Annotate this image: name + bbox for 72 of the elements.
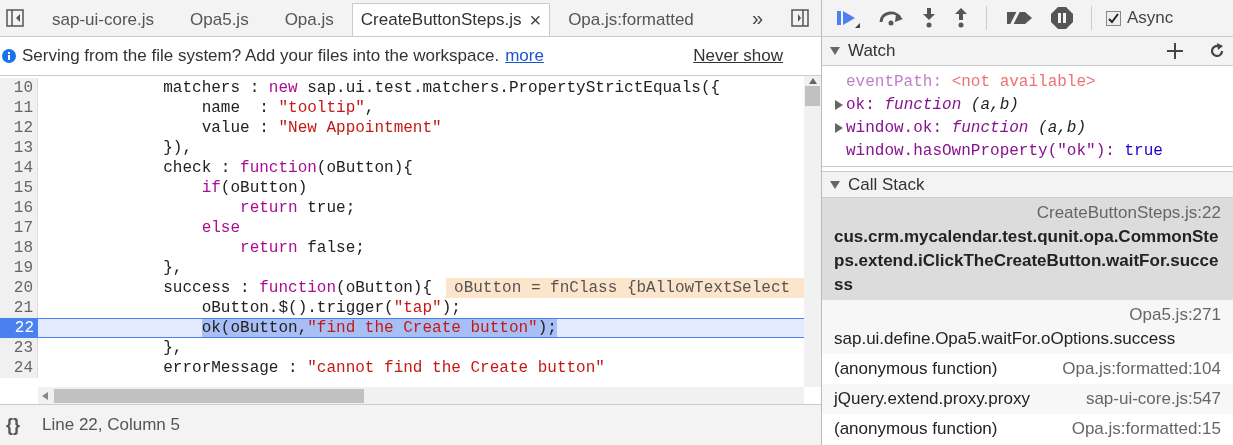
line-number[interactable]: 10 xyxy=(0,78,38,98)
code-line: ok(oButton,"find the Create button"); xyxy=(200,318,557,339)
panel-toggle-icon[interactable] xyxy=(6,9,24,27)
line-number[interactable]: 20 xyxy=(0,278,38,298)
panel-toggle-icon[interactable] xyxy=(791,9,809,27)
disclosure-triangle-icon[interactable] xyxy=(834,99,844,110)
step-into-icon[interactable] xyxy=(922,8,936,28)
add-icon[interactable] xyxy=(1167,43,1183,59)
file-tab[interactable]: CreateButtonSteps.js × xyxy=(351,3,551,36)
call-frame[interactable]: Opa5.js:271 sap.ui.define.Opa5.waitFor.oOptions.success xyxy=(822,300,1233,354)
watch-header[interactable]: Watch xyxy=(822,37,1233,66)
line-number[interactable]: 12 xyxy=(0,118,38,138)
line-number[interactable]: 14 xyxy=(0,158,38,178)
async-checkbox[interactable] xyxy=(1106,10,1121,26)
code-line: value : "New Appointment" xyxy=(200,118,442,139)
watch-expression[interactable]: ok: function (a,b) xyxy=(846,92,1019,117)
line-number[interactable]: 21 xyxy=(0,298,38,318)
scrollbar-thumb[interactable] xyxy=(805,86,820,106)
scroll-left-arrow-icon[interactable] xyxy=(42,391,48,400)
inline-value: oButton = fnClass {bAllowTextSelect xyxy=(446,278,804,298)
line-number[interactable]: 16 xyxy=(0,198,38,218)
line-number[interactable]: 11 xyxy=(0,98,38,118)
code-line: errorMessage : "cannot find the Create button" xyxy=(162,358,605,379)
more-link[interactable]: more xyxy=(505,43,544,69)
code-line: matchers : new sap.ui.test.matchers.PropertyStrictEquals({ xyxy=(162,78,721,99)
watch-expression[interactable]: window.hasOwnProperty("ok"): true xyxy=(846,138,1163,163)
never-show-link[interactable]: Never show xyxy=(693,43,783,69)
info-message: Serving from the file system? Add your files into the workspace. xyxy=(22,45,500,68)
line-number[interactable]: 23 xyxy=(0,338,38,358)
close-tab-button[interactable]: × xyxy=(529,5,542,35)
code-line: }, xyxy=(162,338,183,359)
scrollbar-thumb[interactable] xyxy=(54,388,364,403)
vertical-scrollbar[interactable] xyxy=(804,76,821,387)
code-line: return true; xyxy=(239,198,356,219)
watch-expression[interactable]: window.ok: function (a,b) xyxy=(846,115,1087,140)
file-tab[interactable]: Opa.js xyxy=(276,3,342,36)
more-tabs-button[interactable]: » xyxy=(751,3,763,33)
call-frame[interactable]: CreateButtonSteps.js:22 cus.crm.mycalendar.test.qunit.opa.CommonSteps.extend.iClickTheCreateButton.waitFor.success xyxy=(822,198,1233,300)
file-tab[interactable]: Opa5.js xyxy=(182,3,257,36)
pretty-print-button[interactable]: {} xyxy=(6,411,20,439)
code-line: success : function(oButton){ xyxy=(162,278,433,299)
call-frame[interactable]: jQuery.extend.proxy.proxy sap-ui-core.js:547 xyxy=(822,384,1233,414)
code-line: }, xyxy=(162,258,183,279)
code-line: return false; xyxy=(239,238,365,259)
disclosure-triangle-icon[interactable] xyxy=(830,179,840,190)
code-line: else xyxy=(200,218,241,239)
pause-icon[interactable] xyxy=(1051,7,1073,29)
scroll-up-arrow-icon[interactable] xyxy=(808,78,817,84)
line-number[interactable]: 24 xyxy=(0,358,38,378)
disclosure-triangle-icon[interactable] xyxy=(834,122,844,133)
line-number[interactable]: 22 xyxy=(0,319,38,337)
line-number[interactable]: 19 xyxy=(0,258,38,278)
line-number[interactable]: 15 xyxy=(0,178,38,198)
resume-icon[interactable] xyxy=(836,8,860,28)
line-number[interactable]: 13 xyxy=(0,138,38,158)
call-stack-header[interactable]: Call Stack xyxy=(822,171,1233,198)
code-line: if(oButton) xyxy=(200,178,308,199)
line-number[interactable]: 17 xyxy=(0,218,38,238)
code-line: name : "tooltip", xyxy=(200,98,375,119)
file-tab[interactable]: Opa.js:formatted xyxy=(560,3,702,36)
line-number[interactable]: 18 xyxy=(0,238,38,258)
async-label: Async xyxy=(1127,7,1174,30)
refresh-icon[interactable] xyxy=(1209,43,1225,59)
code-line: oButton.$().trigger("tap"); xyxy=(200,298,461,319)
horizontal-scrollbar[interactable] xyxy=(38,387,804,404)
file-tab[interactable]: sap-ui-core.js xyxy=(44,3,163,36)
step-over-icon[interactable] xyxy=(878,10,904,26)
step-out-icon[interactable] xyxy=(954,8,968,28)
disclosure-triangle-icon[interactable] xyxy=(830,46,840,56)
code-line: }), xyxy=(162,138,193,159)
cursor-position: Line 22, Column 5 xyxy=(42,414,180,437)
code-line: check : function(oButton){ xyxy=(162,158,413,179)
